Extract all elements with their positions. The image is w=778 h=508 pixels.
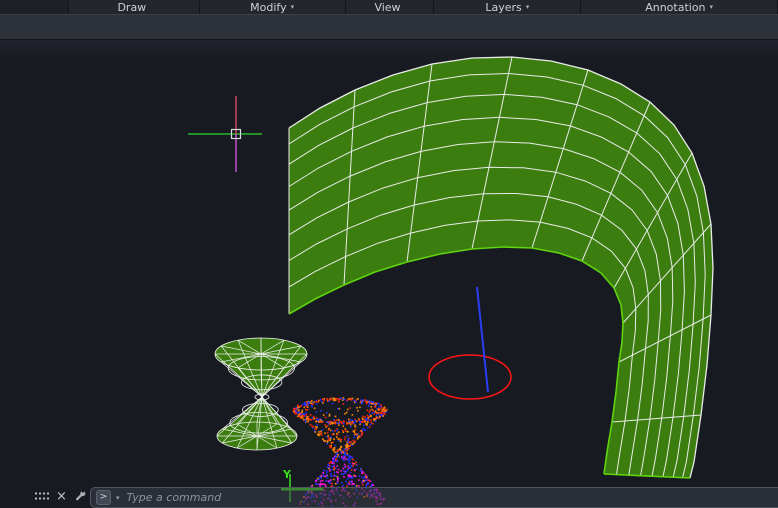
command-line-bar[interactable]: > ▾ (90, 487, 778, 508)
chevron-down-icon: ▾ (709, 2, 714, 11)
tab-view-label: View (374, 0, 401, 14)
hourglass-wireframe-mesh[interactable] (214, 337, 308, 451)
model-space-scene[interactable] (0, 40, 778, 508)
tab-view[interactable]: View (344, 0, 434, 14)
blue-vertical-line[interactable] (476, 286, 489, 393)
tab-modify-label: Modify (250, 0, 287, 14)
command-input[interactable] (124, 487, 778, 508)
drag-grip-icon[interactable] (34, 491, 49, 502)
command-prompt-icon[interactable]: > (96, 490, 111, 505)
chevron-down-icon: ▾ (525, 2, 530, 11)
tab-modify[interactable]: Modify ▾ (198, 0, 345, 14)
tab-annotation[interactable]: Annotation ▾ (580, 0, 777, 14)
crosshair-cursor (188, 96, 262, 172)
wrench-icon[interactable] (74, 490, 87, 503)
red-ellipse[interactable] (428, 354, 512, 400)
close-icon[interactable]: × (56, 490, 67, 503)
tab-annotation-label: Annotation (645, 0, 706, 14)
ribbon-tab-bar: Draw Modify ▾ View Layers ▾ Annotation ▾ (0, 0, 778, 14)
command-line-controls: × (34, 486, 87, 507)
tab-draw[interactable]: Draw (67, 0, 199, 14)
tab-bar-spacer (0, 0, 68, 14)
drawing-viewport[interactable]: Y × > ▾ (0, 40, 778, 508)
ribbon-panel-strip[interactable] (0, 14, 778, 40)
command-history-caret-icon[interactable]: ▾ (116, 494, 120, 502)
chevron-down-icon: ▾ (290, 2, 295, 11)
tab-layers-label: Layers (485, 0, 522, 14)
tab-layers[interactable]: Layers ▾ (433, 0, 581, 14)
ucs-y-label: Y (283, 468, 291, 481)
tab-draw-label: Draw (117, 0, 147, 14)
